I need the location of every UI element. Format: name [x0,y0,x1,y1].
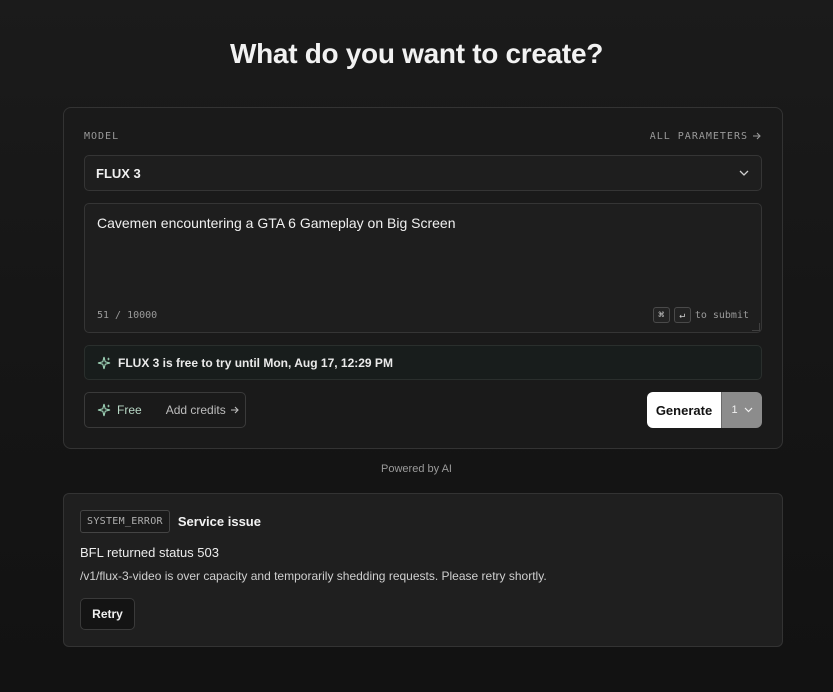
error-card: SYSTEM_ERROR Service issue BFL returned … [63,493,783,647]
credits-box: Free Add credits [84,392,246,428]
chevron-down-icon [739,170,749,176]
all-parameters-label: ALL PARAMETERS [649,130,748,142]
prompt-textarea[interactable]: Cavemen encountering a GTA 6 Gameplay on… [84,203,762,333]
error-code-badge: SYSTEM_ERROR [80,510,170,533]
add-credits-label: Add credits [165,403,226,417]
error-title: Service issue [177,514,261,529]
powered-by-text: Powered by AI [381,463,452,475]
generate-button-group: Generate 1 [647,392,762,428]
prompt-text[interactable]: Cavemen encountering a GTA 6 Gameplay on… [97,215,749,231]
generate-button[interactable]: Generate [647,392,721,428]
model-label-row: MODEL ALL PARAMETERS [84,129,762,143]
retry-button[interactable]: Retry [80,598,135,630]
free-trial-banner: FLUX 3 is free to try until Mon, Aug 17,… [84,345,762,380]
command-key-icon: ⌘ [652,307,670,323]
arrow-right-icon [230,405,240,415]
enter-key-icon: ↵ [673,307,691,323]
model-value: FLUX 3 [96,165,141,181]
error-detail: /v1/flux-3-video is over capacity and te… [80,569,547,583]
sparkle-icon [97,403,111,417]
free-trial-text: FLUX 3 is free to try until Mon, Aug 17,… [118,355,393,370]
all-parameters-link[interactable]: ALL PARAMETERS [650,131,762,142]
model-select[interactable]: FLUX 3 [84,155,762,191]
create-form-card: MODEL ALL PARAMETERS FLUX 3 Cavemen enco… [63,107,783,449]
error-status: BFL returned status 503 [80,545,219,560]
submit-hint: ⌘ ↵ to submit [652,307,749,323]
resize-handle[interactable] [752,323,760,331]
count-value: 1 [731,404,738,416]
chevron-down-icon [744,407,753,413]
error-header: SYSTEM_ERROR Service issue [80,510,261,533]
page-title: What do you want to create? [229,38,604,69]
plan-label: Free [117,403,142,417]
add-credits-link[interactable]: Add credits [166,403,240,417]
sparkle-icon [97,356,111,370]
submit-hint-label: to submit [694,309,749,321]
model-label: MODEL [84,130,120,142]
arrow-right-icon [752,131,762,141]
char-count: 51 / 10000 [97,310,158,321]
count-select[interactable]: 1 [721,392,762,428]
